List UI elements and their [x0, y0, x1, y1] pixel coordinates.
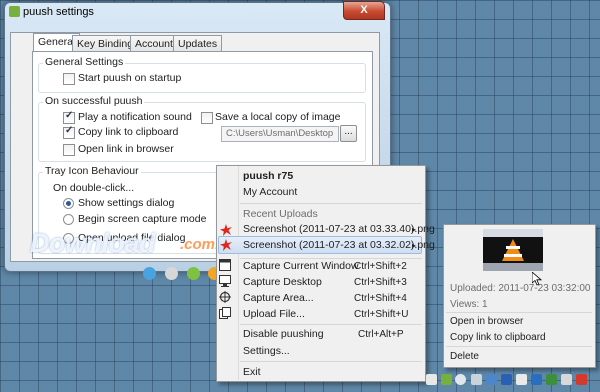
- menu-item-exit[interactable]: Exit: [243, 366, 261, 378]
- recent-uploads-heading: Recent Uploads: [243, 208, 318, 220]
- play-sound-label: Play a notification sound: [78, 111, 192, 123]
- app-tray-icon[interactable]: [561, 374, 572, 385]
- shortcut-capture-desktop: Ctrl+Shift+3: [354, 277, 407, 288]
- save-path-field[interactable]: C:\Users\Usman\Desktop: [221, 126, 339, 142]
- puush-splat-icon: [220, 239, 232, 251]
- shortcut-disable-puushing: Ctrl+Alt+P: [358, 329, 404, 340]
- submenu-arrow-icon: ▸: [412, 225, 417, 234]
- vlc-cone-icon: [502, 239, 524, 261]
- app-tray-icon[interactable]: [531, 374, 542, 385]
- menu-item-recent-1[interactable]: Screenshot (2011-07-23 at 03.33.40).png: [243, 223, 435, 235]
- submenu-separator: [446, 312, 592, 313]
- submenu-arrow-icon: ▸: [412, 241, 417, 250]
- watermark-dot: [143, 267, 156, 280]
- desktop-icon: [219, 275, 231, 287]
- radio-show-settings[interactable]: [63, 198, 74, 209]
- menu-item-disable-puushing[interactable]: Disable puushing: [243, 328, 324, 340]
- copy-link-label: Copy link to clipboard: [78, 126, 179, 138]
- window-title: puush settings: [23, 6, 94, 18]
- close-button[interactable]: X: [343, 1, 385, 20]
- submenu-open-in-browser[interactable]: Open in browser: [450, 316, 523, 327]
- submenu-separator: [446, 346, 592, 347]
- tray-behaviour-heading: Tray Icon Behaviour: [43, 165, 141, 177]
- begin-capture-label: Begin screen capture mode: [78, 213, 207, 225]
- menu-item-capture-desktop[interactable]: Capture Desktop: [243, 276, 322, 288]
- start-on-startup-checkbox[interactable]: [63, 73, 75, 85]
- start-on-startup-label: Start puush on startup: [78, 72, 182, 84]
- play-sound-checkbox[interactable]: [63, 110, 75, 124]
- tray-arrow-icon[interactable]: [426, 374, 437, 385]
- upload-file-icon: [219, 307, 231, 319]
- shortcut-upload-file: Ctrl+Shift+U: [354, 309, 409, 320]
- show-settings-label: Show settings dialog: [78, 197, 175, 209]
- general-settings-heading: General Settings: [43, 56, 126, 68]
- submenu-delete[interactable]: Delete: [450, 351, 479, 362]
- app-tray-icon[interactable]: [486, 374, 497, 385]
- tab-account[interactable]: Account: [130, 35, 178, 52]
- chat-tray-icon[interactable]: [455, 374, 466, 385]
- menu-item-settings[interactable]: Settings...: [243, 345, 290, 357]
- save-local-label: Save a local copy of image: [215, 111, 341, 123]
- menu-separator: [240, 324, 422, 325]
- screenshot-thumbnail[interactable]: [483, 229, 543, 271]
- menu-separator: [240, 361, 422, 362]
- puush-app-icon: [9, 6, 20, 17]
- bluetooth-icon[interactable]: [501, 374, 512, 385]
- watermark-dot: [187, 267, 200, 280]
- shortcut-capture-window: Ctrl+Shift+2: [354, 261, 407, 272]
- browse-button[interactable]: ...: [340, 125, 357, 142]
- save-local-checkbox[interactable]: [201, 112, 213, 124]
- watermark-text: Download: [30, 228, 156, 258]
- menu-item-my-account[interactable]: My Account: [243, 186, 297, 198]
- speaker-icon[interactable]: [516, 374, 527, 385]
- views-count: Views: 1: [450, 299, 488, 310]
- crosshair-icon: [219, 291, 231, 303]
- menu-item-capture-area[interactable]: Capture Area...: [243, 292, 314, 304]
- radio-begin-capture[interactable]: [63, 214, 74, 225]
- uploaded-timestamp: Uploaded: 2011-07-23 03:32:00: [450, 283, 591, 294]
- menu-item-capture-window[interactable]: Capture Current Window: [243, 260, 359, 272]
- on-successful-heading: On successful puush: [43, 95, 145, 107]
- window-capture-icon: [219, 259, 231, 271]
- watermark-dot: [165, 267, 178, 280]
- menu-item-upload-file[interactable]: Upload File...: [243, 308, 305, 320]
- double-click-label: On double-click...: [53, 182, 135, 194]
- open-link-checkbox[interactable]: [63, 144, 75, 156]
- puush-splat-icon: [220, 224, 232, 236]
- menu-separator: [240, 203, 422, 204]
- network-tray-icon[interactable]: [471, 374, 482, 385]
- menu-version: puush r75: [243, 170, 294, 182]
- menu-separator: [240, 258, 422, 259]
- security-tray-icon[interactable]: [546, 374, 557, 385]
- submenu-copy-link[interactable]: Copy link to clipboard: [450, 332, 546, 343]
- shortcut-capture-area: Ctrl+Shift+4: [354, 293, 407, 304]
- menu-icon-gutter: [238, 166, 239, 380]
- copy-link-checkbox[interactable]: [63, 125, 75, 139]
- puush-tray-icon[interactable]: [441, 374, 452, 385]
- tab-updates[interactable]: Updates: [173, 35, 223, 52]
- menu-item-recent-2[interactable]: Screenshot (2011-07-23 at 03.32.02).png: [243, 239, 435, 251]
- open-link-label: Open link in browser: [78, 143, 174, 155]
- alert-tray-icon[interactable]: [576, 374, 587, 385]
